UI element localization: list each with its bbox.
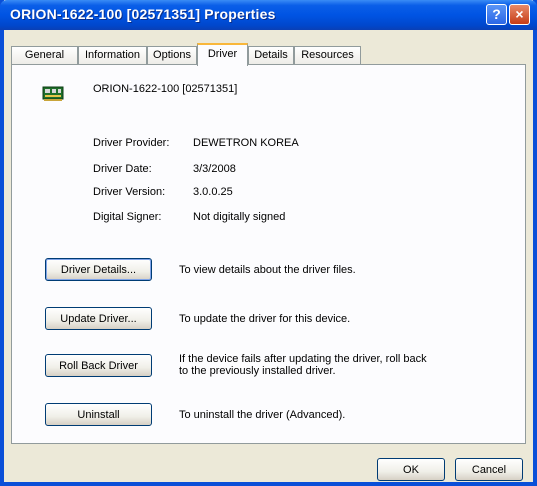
close-button[interactable]: ×: [509, 4, 530, 25]
driver-date-value: 3/3/2008: [193, 163, 236, 175]
ok-button[interactable]: OK: [377, 458, 445, 481]
window-title: ORION-1622-100 [02571351] Properties: [10, 6, 276, 22]
tab-options[interactable]: Options: [147, 46, 197, 65]
properties-window: ORION-1622-100 [02571351] Properties ? ×…: [0, 0, 537, 486]
tab-driver[interactable]: Driver: [197, 43, 248, 66]
device-card-icon: [42, 86, 64, 101]
digital-signer-label: Digital Signer:: [93, 211, 162, 223]
digital-signer-value: Not digitally signed: [193, 211, 286, 223]
driver-date-label: Driver Date:: [93, 163, 152, 175]
driver-provider-value: DEWETRON KOREA: [193, 137, 299, 149]
title-bar[interactable]: ORION-1622-100 [02571351] Properties ? ×: [0, 0, 537, 30]
update-driver-button[interactable]: Update Driver...: [45, 307, 152, 330]
uninstall-button[interactable]: Uninstall: [45, 403, 152, 426]
roll-back-driver-button[interactable]: Roll Back Driver: [45, 354, 152, 377]
device-name: ORION-1622-100 [02571351]: [93, 83, 238, 95]
roll-back-description: If the device fails after updating the d…: [179, 353, 427, 377]
tab-resources[interactable]: Resources: [294, 46, 361, 65]
tab-information[interactable]: Information: [78, 46, 147, 65]
cancel-button[interactable]: Cancel: [455, 458, 523, 481]
update-driver-description: To update the driver for this device.: [179, 313, 351, 325]
help-button[interactable]: ?: [486, 4, 507, 25]
tab-details[interactable]: Details: [248, 46, 294, 65]
driver-version-label: Driver Version:: [93, 186, 166, 198]
uninstall-description: To uninstall the driver (Advanced).: [179, 409, 346, 421]
driver-details-button[interactable]: Driver Details...: [45, 258, 152, 281]
driver-version-value: 3.0.0.25: [193, 186, 233, 198]
driver-panel: ORION-1622-100 [02571351] Driver Provide…: [11, 64, 526, 444]
driver-provider-label: Driver Provider:: [93, 137, 170, 149]
driver-details-description: To view details about the driver files.: [179, 264, 356, 276]
tab-general[interactable]: General: [11, 46, 78, 65]
